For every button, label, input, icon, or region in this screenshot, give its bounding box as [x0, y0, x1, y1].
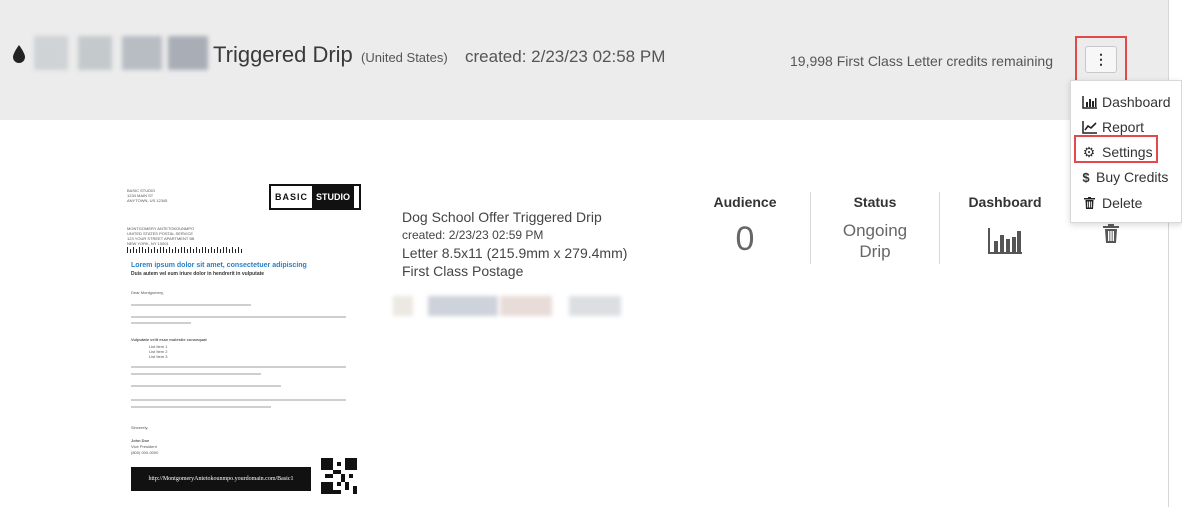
- redacted-name: [168, 36, 208, 70]
- letter-greeting: Dear Montgomery,: [131, 290, 164, 295]
- redacted-name: [122, 36, 162, 70]
- kebab-highlight: ⋮: [1075, 36, 1127, 83]
- letter-preview[interactable]: BASIC STUDIO 1234 MAIN ST ANYTOWN, US 12…: [113, 180, 363, 505]
- signer-phone: (800) 000-0000: [131, 450, 159, 455]
- letter-created-date: created: 2/23/23 02:59 PM: [402, 228, 544, 242]
- menu-item-label: Dashboard: [1102, 94, 1171, 110]
- credits-remaining: 19,998 First Class Letter credits remain…: [790, 53, 1053, 69]
- audience-label: Audience: [713, 194, 777, 210]
- letter-info: Dog School Offer Triggered Drip created:…: [402, 208, 627, 280]
- letter-subhead: Duis autem vel eum iriure dolor in hendr…: [131, 271, 265, 277]
- letter-closing: Sincerely,: [131, 425, 149, 430]
- body-text-line: [131, 366, 346, 368]
- audience-count: 0: [735, 220, 755, 258]
- campaign-created-date: created: 2/23/23 02:58 PM: [465, 47, 666, 66]
- redacted-detail: [569, 296, 621, 316]
- campaign-region: (United States): [361, 50, 448, 65]
- list-heading: Vulputate velit esse molestie consequat: [131, 337, 207, 342]
- body-text-line: [131, 373, 261, 375]
- status-line: Ongoing: [842, 221, 908, 240]
- dollar-icon: $: [1082, 169, 1090, 185]
- body-text-line: [131, 399, 346, 401]
- logo-left: BASIC: [271, 186, 313, 208]
- status-value: Ongoing Drip: [830, 220, 920, 262]
- letter-name: Dog School Offer Triggered Drip: [402, 209, 602, 225]
- menu-item-label: Buy Credits: [1096, 169, 1169, 185]
- line-chart-icon: [1081, 120, 1097, 134]
- body-text-line: [131, 316, 346, 318]
- letter-size: Letter 8.5x11 (215.9mm x 279.4mm): [402, 245, 628, 261]
- menu-item-label: Report: [1102, 119, 1145, 135]
- redacted-name: [34, 36, 68, 70]
- body-text-line: [131, 406, 271, 408]
- personalized-url-bar: http://MontgomeryAntetokounmpo.yourdomai…: [131, 467, 311, 491]
- signer-name: John Doe: [131, 438, 150, 443]
- signer-title: Vice President: [131, 444, 157, 449]
- menu-item-delete[interactable]: Delete: [1081, 192, 1142, 214]
- menu-item-dashboard[interactable]: Dashboard: [1081, 91, 1171, 113]
- letter-headline: Lorem ipsum dolor sit amet, consectetuer…: [131, 262, 307, 269]
- column-divider: [939, 192, 940, 264]
- redacted-detail: [428, 296, 498, 316]
- scrollbar-track[interactable]: [1168, 0, 1182, 507]
- recipient-line: NEW YORK, NY 10001: [127, 241, 169, 246]
- trash-icon: [1081, 196, 1097, 210]
- letter-postage: First Class Postage: [402, 263, 524, 279]
- body-text-line: [131, 304, 251, 306]
- redacted-detail: [500, 296, 552, 316]
- qr-code-icon: [321, 458, 357, 494]
- drop-icon: [13, 45, 25, 63]
- body-text-line: [131, 385, 281, 387]
- dashboard-label: Dashboard: [968, 194, 1042, 210]
- settings-highlight: [1074, 135, 1158, 163]
- bar-chart-icon: [1081, 95, 1097, 109]
- logo-right: STUDIO: [312, 186, 355, 208]
- redacted-detail: [393, 296, 413, 316]
- studio-logo: BASIC STUDIO: [269, 184, 361, 210]
- postal-barcode: [127, 247, 242, 253]
- status-label: Status: [853, 194, 897, 210]
- menu-item-label: Delete: [1102, 195, 1143, 211]
- menu-item-buy-credits[interactable]: $ Buy Credits: [1081, 166, 1168, 188]
- status-line: Drip: [859, 242, 891, 261]
- bar-chart-icon[interactable]: [988, 228, 1022, 254]
- redacted-name: [78, 36, 112, 70]
- sender-line: ANYTOWN, US 12345: [127, 198, 168, 203]
- vertical-ellipsis-icon: ⋮: [1094, 51, 1108, 67]
- campaign-title: Triggered Drip: [213, 42, 353, 67]
- body-text-line: [131, 322, 191, 324]
- list-item: List Item 3: [149, 354, 168, 359]
- trash-icon[interactable]: [1103, 224, 1119, 243]
- column-divider: [810, 192, 811, 264]
- more-options-button[interactable]: ⋮: [1085, 46, 1117, 73]
